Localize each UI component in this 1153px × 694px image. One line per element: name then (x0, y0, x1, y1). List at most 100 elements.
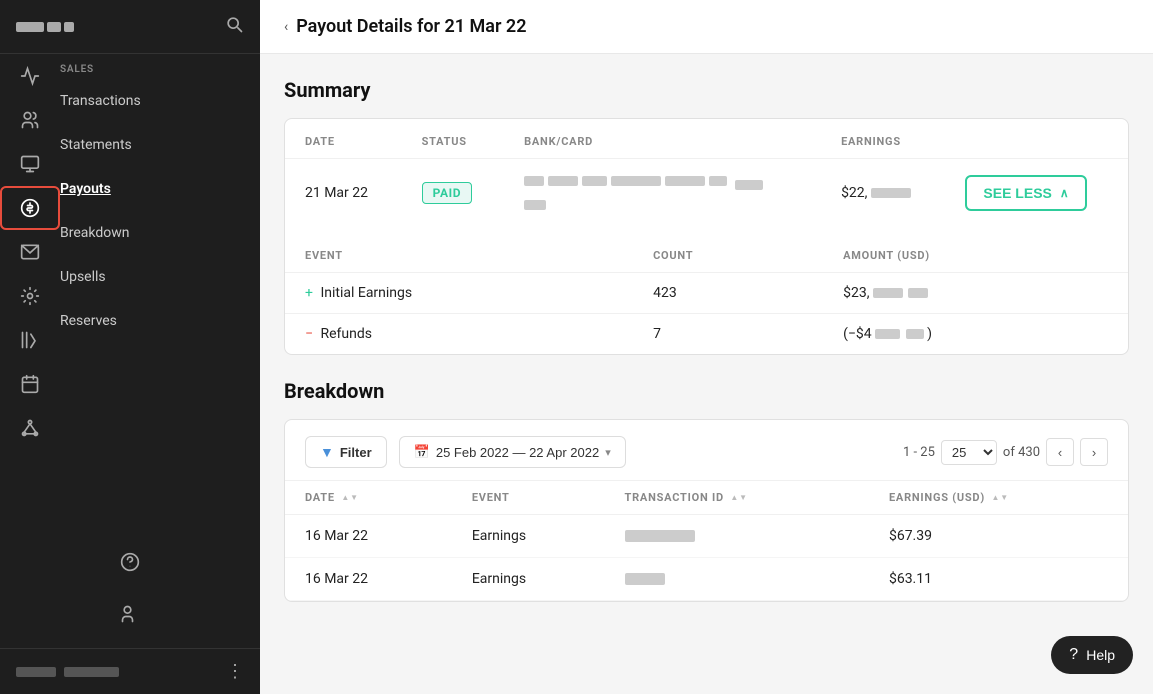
summary-status: PAID (402, 159, 505, 228)
nav-icon-library[interactable] (0, 318, 60, 362)
icon-rail (0, 54, 60, 450)
event-amount-refunds: (−$4 ) (823, 314, 1128, 355)
sidebar-item-upsells[interactable]: Upsells (60, 255, 260, 299)
refund-amount-redacted-2 (906, 329, 924, 339)
event-amount-redacted-1 (873, 288, 903, 298)
pagination-total: of 430 (1003, 445, 1040, 460)
back-arrow-icon: ‹ (284, 19, 288, 35)
redacted-3 (582, 176, 607, 186)
summary-earnings: $22, (821, 159, 945, 228)
col-earnings: EARNINGS (821, 119, 945, 159)
sidebar-item-statements[interactable]: Statements (60, 123, 260, 167)
col-date: DATE (285, 119, 402, 159)
redacted-4 (611, 176, 661, 186)
page-title: Payout Details for 21 Mar 22 (296, 16, 526, 37)
pagination-range: 1 - 25 (903, 445, 935, 460)
refund-amount-text: (−$4 (843, 326, 872, 342)
events-col-event: EVENT (285, 235, 633, 273)
bd-col-earnings: EARNINGS (USD) ▲▼ (869, 481, 1128, 515)
bd-col-txid: TRANSACTION ID ▲▼ (605, 481, 869, 515)
event-count-refunds: 7 (633, 314, 823, 355)
sidebar-item-transactions[interactable]: Transactions (60, 79, 260, 123)
filter-icon: ▼ (320, 444, 334, 460)
events-col-amount: AMOUNT (USD) (823, 235, 1128, 273)
nav-icon-settings[interactable] (0, 274, 60, 318)
bd-row-2-event: Earnings (452, 558, 605, 601)
table-row: 16 Mar 22 Earnings $67.39 (285, 515, 1128, 558)
calendar-icon: 📅 (414, 444, 430, 460)
sort-arrows-earnings[interactable]: ▲▼ (992, 494, 1009, 502)
bd-col-date-label: DATE (305, 491, 335, 504)
help-button-label: Help (1086, 647, 1115, 663)
bd-row-1-earnings: $67.39 (869, 515, 1128, 558)
prev-page-button[interactable]: ‹ (1046, 438, 1074, 466)
redacted-1 (524, 176, 544, 186)
event-label-initial: Initial Earnings (320, 285, 412, 301)
event-row-refunds: − Refunds 7 (−$4 ) (285, 314, 1128, 355)
bd-row-1-event: Earnings (452, 515, 605, 558)
logo-block-2 (47, 22, 61, 32)
help-circle-icon: ? (1069, 646, 1078, 664)
filter-button[interactable]: ▼ Filter (305, 436, 387, 468)
sidebar-top (0, 0, 260, 54)
breakdown-section-title: Breakdown (284, 379, 1129, 403)
date-range-button[interactable]: 📅 25 Feb 2022 — 22 Apr 2022 ▾ (399, 436, 626, 468)
plus-icon: + (305, 285, 313, 301)
nav-section: SALES Transactions Statements Payouts Br… (0, 54, 260, 450)
col-action (945, 119, 1128, 159)
filter-row: ▼ Filter 📅 25 Feb 2022 — 22 Apr 2022 ▾ 1… (285, 420, 1128, 480)
sidebar-item-breakdown[interactable]: Breakdown (60, 211, 260, 255)
content-area: Summary DATE STATUS BANK/CARD EARNINGS 2… (260, 54, 1153, 650)
summary-card: DATE STATUS BANK/CARD EARNINGS 21 Mar 22… (284, 118, 1129, 355)
chevron-up-icon: ∧ (1060, 186, 1069, 200)
nav-icon-mail[interactable] (0, 230, 60, 274)
bd-row-1-date: 16 Mar 22 (285, 515, 452, 558)
txid-redacted-1 (625, 530, 695, 542)
filter-controls: ▼ Filter 📅 25 Feb 2022 — 22 Apr 2022 ▾ (305, 436, 626, 468)
event-amount-redacted-2 (908, 288, 928, 298)
user-avatar (16, 667, 56, 677)
nav-icon-calendar[interactable] (0, 362, 60, 406)
breakdown-table: DATE ▲▼ EVENT TRANSACTION ID ▲▼ (285, 480, 1128, 601)
col-status: STATUS (402, 119, 505, 159)
page-header: ‹ Payout Details for 21 Mar 22 (260, 0, 1153, 54)
minus-icon: − (305, 326, 313, 342)
redacted-6 (709, 176, 727, 186)
nav-icon-analytics[interactable] (0, 54, 60, 98)
help-button[interactable]: ? Help (1051, 636, 1133, 674)
logo (16, 22, 74, 32)
sidebar: SALES Transactions Statements Payouts Br… (0, 0, 260, 694)
search-icon (224, 14, 244, 34)
redacted-2 (548, 176, 578, 186)
sort-arrows-txid[interactable]: ▲▼ (730, 494, 747, 502)
search-button[interactable] (224, 14, 244, 39)
redacted-8 (524, 200, 546, 210)
nav-icon-users[interactable] (100, 592, 160, 636)
summary-table: DATE STATUS BANK/CARD EARNINGS 21 Mar 22… (285, 119, 1128, 227)
breakdown-card: ▼ Filter 📅 25 Feb 2022 — 22 Apr 2022 ▾ 1… (284, 419, 1129, 602)
nav-icon-payouts[interactable] (0, 186, 60, 230)
col-bank: BANK/CARD (504, 119, 821, 159)
nav-icon-help[interactable] (100, 540, 160, 584)
events-col-count: COUNT (633, 235, 823, 273)
summary-row: 21 Mar 22 PAID (285, 159, 1128, 228)
logo-block-1 (16, 22, 44, 32)
nav-icon-people[interactable] (0, 98, 60, 142)
sidebar-more-button[interactable]: ⋮ (226, 661, 244, 682)
earnings-redacted (871, 188, 911, 198)
nav-icon-network[interactable] (0, 406, 60, 450)
sidebar-item-payouts[interactable]: Payouts (60, 167, 260, 211)
nav-icon-monitor[interactable] (0, 142, 60, 186)
next-page-button[interactable]: › (1080, 438, 1108, 466)
event-row-initial: + Initial Earnings 423 $23, (285, 273, 1128, 314)
see-less-button[interactable]: SEE LESS ∧ (965, 175, 1086, 211)
summary-date: 21 Mar 22 (285, 159, 402, 228)
date-range-text: 25 Feb 2022 — 22 Apr 2022 (436, 445, 599, 460)
sort-arrows-date[interactable]: ▲▼ (341, 494, 358, 502)
page-size-select[interactable]: 25 50 100 (941, 440, 997, 465)
sidebar-item-reserves[interactable]: Reserves (60, 299, 260, 343)
bd-col-event-label: EVENT (472, 491, 510, 504)
bd-col-txid-label: TRANSACTION ID (625, 491, 724, 504)
summary-action-cell: SEE LESS ∧ (945, 159, 1128, 228)
event-label-refunds: Refunds (321, 326, 373, 342)
